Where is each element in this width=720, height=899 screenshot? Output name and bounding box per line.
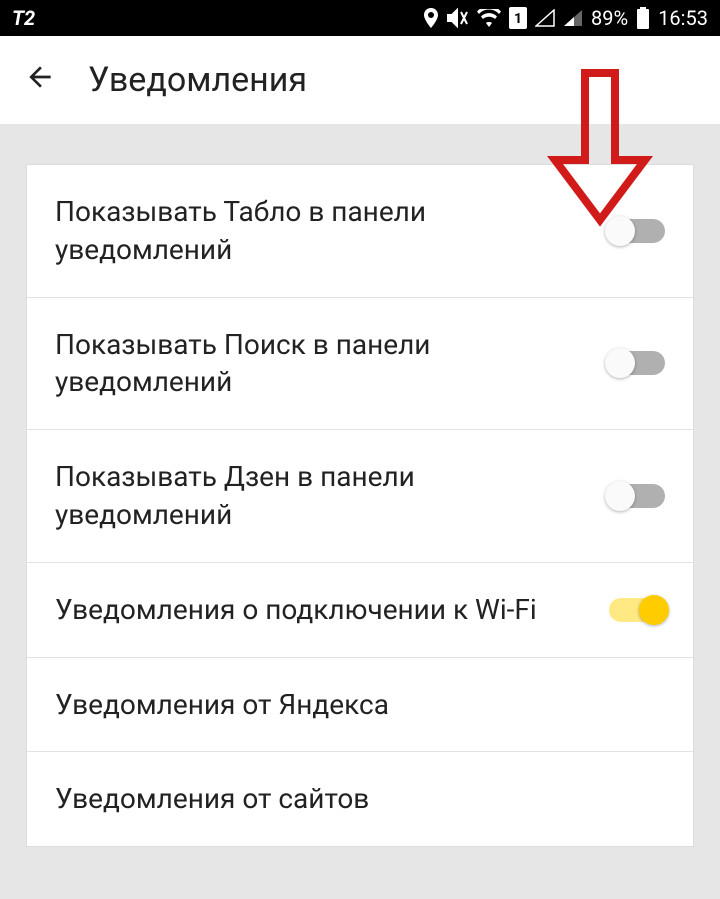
clock: 16:53 bbox=[658, 6, 708, 30]
setting-search[interactable]: Показывать Поиск в панели уведомлений bbox=[27, 298, 693, 431]
location-icon bbox=[423, 8, 439, 28]
setting-label: Уведомления от Яндекса bbox=[55, 686, 665, 724]
setting-zen[interactable]: Показывать Дзен в панели уведомлений bbox=[27, 430, 693, 563]
wifi-icon bbox=[477, 9, 501, 27]
signal-icon bbox=[563, 9, 583, 27]
setting-label: Показывать Поиск в панели уведомлений bbox=[55, 326, 609, 402]
carrier-label: T2 bbox=[12, 6, 35, 30]
battery-icon bbox=[636, 7, 650, 29]
header-gap bbox=[0, 124, 720, 164]
toggle-knob bbox=[605, 481, 635, 511]
battery-pct: 89% bbox=[591, 6, 628, 30]
app-header: Уведомления bbox=[0, 36, 720, 124]
setting-wifi[interactable]: Уведомления о подключении к Wi-Fi bbox=[27, 563, 693, 658]
toggle-zen[interactable] bbox=[609, 484, 665, 508]
sim-icon: 1 bbox=[509, 7, 527, 29]
setting-site-notifications[interactable]: Уведомления от сайтов bbox=[27, 752, 693, 846]
toggle-search[interactable] bbox=[609, 351, 665, 375]
back-arrow-icon[interactable] bbox=[24, 61, 56, 99]
setting-label: Показывать Дзен в панели уведомлений bbox=[55, 458, 609, 534]
mute-icon bbox=[447, 8, 469, 28]
toggle-knob bbox=[605, 216, 635, 246]
toggle-knob bbox=[605, 348, 635, 378]
status-bar: T2 1 89% 16:53 bbox=[0, 0, 720, 36]
toggle-wifi[interactable] bbox=[609, 598, 665, 622]
setting-label: Уведомления о подключении к Wi-Fi bbox=[55, 591, 609, 629]
status-right: 1 89% 16:53 bbox=[35, 6, 708, 30]
setting-tablo[interactable]: Показывать Табло в панели уведомлений bbox=[27, 165, 693, 298]
svg-text:1: 1 bbox=[514, 11, 522, 27]
toggle-tablo[interactable] bbox=[609, 219, 665, 243]
signal-empty-icon bbox=[535, 9, 555, 27]
setting-label: Показывать Табло в панели уведомлений bbox=[55, 193, 609, 269]
page-title: Уведомления bbox=[88, 60, 307, 100]
setting-label: Уведомления от сайтов bbox=[55, 780, 665, 818]
setting-yandex-notifications[interactable]: Уведомления от Яндекса bbox=[27, 658, 693, 753]
settings-list: Показывать Табло в панели уведомлений По… bbox=[26, 164, 694, 847]
toggle-knob bbox=[639, 595, 669, 625]
